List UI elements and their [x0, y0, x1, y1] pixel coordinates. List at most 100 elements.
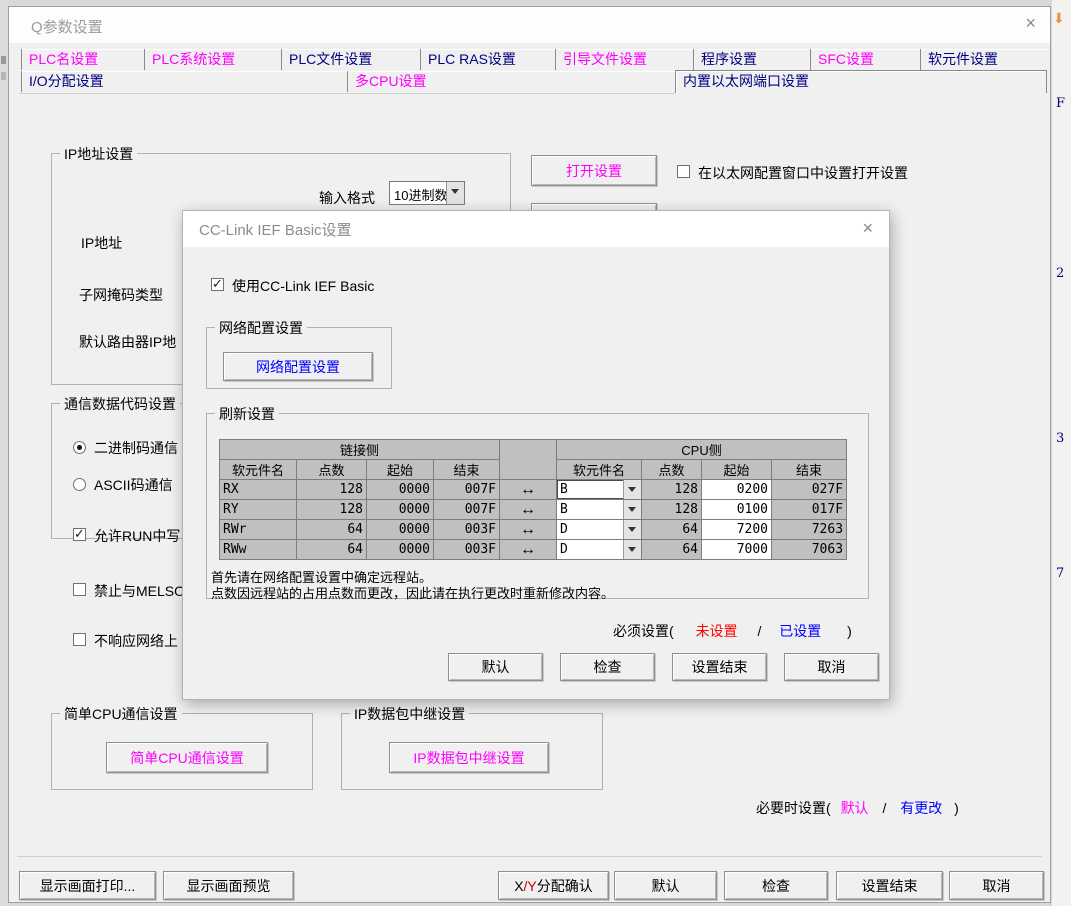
binary-comm-radio[interactable] — [73, 441, 86, 454]
link-end-cell: 007F — [434, 500, 500, 520]
print-screen-button[interactable]: 显示画面打印... — [19, 871, 156, 900]
cpu-device-select[interactable]: D — [557, 520, 642, 540]
xy-assignment-confirm-button[interactable]: X/Y分配确认 — [498, 871, 609, 900]
tab-plc-ras[interactable]: PLC RAS设置 — [420, 49, 555, 70]
background-fragment-mark — [1, 56, 6, 64]
network-no-response-checkbox[interactable] — [73, 633, 86, 646]
link-device-cell: RY — [220, 500, 297, 520]
screen: ⬇ F 2 3 7 Q参数设置 × PLC名设置 PLC系统设置 PLC文件设置… — [0, 0, 1071, 906]
tab-divider — [19, 93, 675, 94]
cpu-start-input[interactable]: 7200 — [702, 520, 772, 540]
tab-plc-system[interactable]: PLC系统设置 — [144, 49, 281, 70]
preview-screen-button[interactable]: 显示画面预览 — [163, 871, 294, 900]
modal-title: CC-Link IEF Basic设置 — [199, 219, 352, 240]
link-arrow-icon: ↔ — [500, 540, 557, 560]
simple-cpu-group-title: 简单CPU通信设置 — [60, 704, 182, 724]
link-device-cell: RWw — [220, 540, 297, 560]
ip-packet-relay-button[interactable]: IP数据包中继设置 — [389, 742, 549, 773]
tab-sfc[interactable]: SFC设置 — [810, 49, 920, 70]
required-when-needed-note: 必要时设置( 默认 / 有更改 ) — [756, 798, 959, 818]
cpu-points-cell: 64 — [642, 520, 702, 540]
chevron-down-icon[interactable] — [446, 182, 464, 204]
xy-slash-y: /Y — [524, 878, 537, 894]
simple-cpu-settings-button[interactable]: 简单CPU通信设置 — [106, 742, 268, 773]
col-header-end: 结束 — [772, 460, 847, 480]
tab-io-assignment[interactable]: I/O分配设置 — [21, 71, 347, 92]
tab-plc-file[interactable]: PLC文件设置 — [281, 49, 420, 70]
link-arrow-icon: ↔ — [500, 500, 557, 520]
melsoft-forbid-checkbox[interactable] — [73, 583, 86, 596]
note-separator: / — [882, 800, 886, 816]
run-write-checkbox[interactable] — [73, 528, 86, 541]
network-config-button[interactable]: 网络配置设置 — [223, 352, 373, 381]
link-points-cell: 64 — [297, 520, 367, 540]
col-header-device: 软元件名 — [557, 460, 642, 480]
tab-program[interactable]: 程序设置 — [693, 49, 810, 70]
note-default: 默认 — [841, 800, 869, 816]
cpu-device-select[interactable]: D — [557, 540, 642, 560]
cpu-device-value: B — [560, 502, 568, 517]
background-arrow-icon: ⬇ — [1053, 10, 1065, 27]
modal-finish-button[interactable]: 设置结束 — [672, 653, 767, 681]
chevron-down-icon[interactable] — [623, 520, 641, 539]
col-header-points: 点数 — [642, 460, 702, 480]
required-prefix: 必须设置( — [613, 623, 674, 639]
link-device-cell: RWr — [220, 520, 297, 540]
ethernet-config-checkbox[interactable] — [677, 165, 690, 178]
tab-built-in-ethernet[interactable]: 内置以太网端口设置 — [675, 70, 1047, 93]
tab-multi-cpu[interactable]: 多CPU设置 — [347, 71, 675, 92]
chevron-down-icon[interactable] — [623, 480, 641, 499]
open-settings-button[interactable]: 打开设置 — [531, 155, 657, 186]
default-router-label: 默认路由器IP地 — [79, 332, 176, 352]
finish-setting-button[interactable]: 设置结束 — [836, 871, 943, 900]
link-arrow-icon: ↔ — [500, 480, 557, 500]
modal-close-icon[interactable]: × — [862, 218, 873, 239]
table-row: RWr 64 0000 003F ↔ D 64 7200 7263 — [220, 520, 847, 540]
cclink-ief-basic-dialog: CC-Link IEF Basic设置 × 使用CC-Link IEF Basi… — [182, 210, 890, 700]
modal-cancel-button[interactable]: 取消 — [784, 653, 879, 681]
link-points-cell: 128 — [297, 500, 367, 520]
cpu-start-input[interactable]: 0100 — [702, 500, 772, 520]
cpu-side-header: CPU侧 — [557, 440, 847, 460]
note-changed: 有更改 — [900, 800, 942, 816]
check-button[interactable]: 检查 — [724, 871, 828, 900]
col-header-end: 结束 — [434, 460, 500, 480]
tab-plc-name[interactable]: PLC名设置 — [21, 49, 143, 70]
chevron-down-icon[interactable] — [623, 540, 641, 559]
background-fragment-mark — [1, 72, 6, 80]
cpu-points-cell: 128 — [642, 480, 702, 500]
close-icon[interactable]: × — [1025, 13, 1036, 34]
default-button[interactable]: 默认 — [614, 871, 717, 900]
required-separator: / — [757, 623, 761, 639]
link-start-cell: 0000 — [367, 540, 434, 560]
network-no-response-checkbox-label: 不响应网络上 — [94, 631, 178, 651]
cpu-start-input[interactable]: 0200 — [702, 480, 772, 500]
tab-device[interactable]: 软元件设置 — [920, 49, 1047, 70]
input-format-select[interactable]: 10进制数 — [389, 181, 465, 205]
use-cclink-checkbox[interactable] — [211, 278, 224, 291]
link-start-cell: 0000 — [367, 480, 434, 500]
use-cclink-checkbox-label: 使用CC-Link IEF Basic — [232, 276, 374, 296]
required-suffix: ) — [847, 623, 852, 639]
link-points-cell: 128 — [297, 480, 367, 500]
cpu-device-select[interactable]: B — [557, 500, 642, 520]
run-write-checkbox-label: 允许RUN中写 — [94, 526, 180, 546]
comm-data-code-group-title: 通信数据代码设置 — [60, 394, 180, 414]
cpu-device-value: D — [560, 542, 568, 557]
chevron-down-icon[interactable] — [623, 500, 641, 519]
note-suffix: ) — [954, 800, 959, 816]
cpu-start-input[interactable]: 7000 — [702, 540, 772, 560]
background-fragment: F — [1056, 96, 1065, 111]
tab-boot-file[interactable]: 引导文件设置 — [555, 49, 693, 70]
modal-default-button[interactable]: 默认 — [448, 653, 543, 681]
cpu-end-cell: 7263 — [772, 520, 847, 540]
ascii-comm-radio[interactable] — [73, 478, 86, 491]
input-format-label: 输入格式 — [319, 188, 375, 208]
subnet-mask-label: 子网掩码类型 — [79, 285, 163, 305]
cpu-device-select[interactable]: B — [557, 480, 642, 500]
cpu-end-cell: 027F — [772, 480, 847, 500]
modal-check-button[interactable]: 检查 — [560, 653, 655, 681]
xy-rest: 分配确认 — [537, 876, 593, 896]
col-header-start: 起始 — [702, 460, 772, 480]
cancel-button[interactable]: 取消 — [949, 871, 1044, 900]
